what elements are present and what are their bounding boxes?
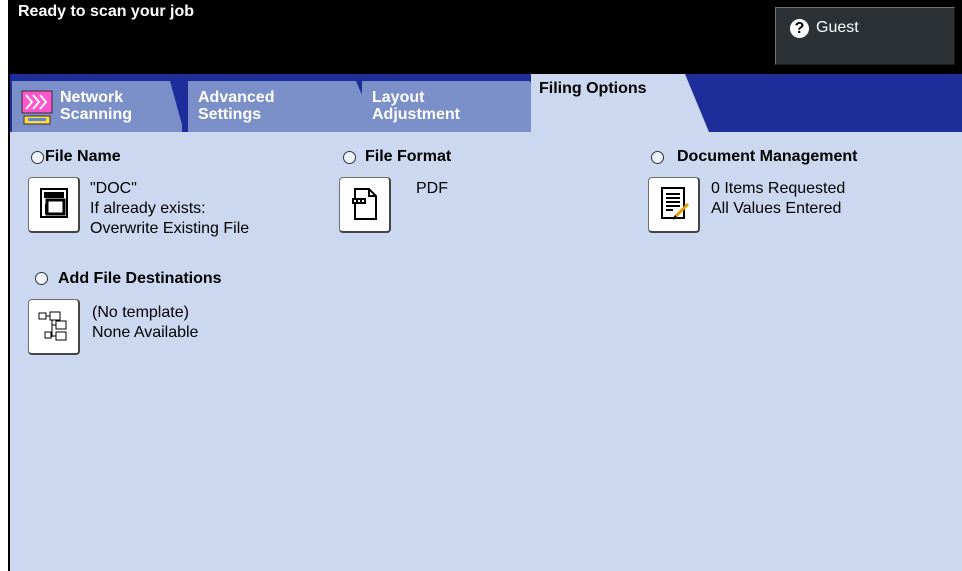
file-destinations-status: None Available xyxy=(92,324,199,341)
file-name-value: "DOC" xyxy=(90,180,137,197)
file-format-heading: File Format xyxy=(365,148,452,165)
tab-label-line2: Scanning xyxy=(60,106,133,123)
tab-network-scanning[interactable]: Network Scanning xyxy=(12,81,182,132)
add-file-destinations-button[interactable] xyxy=(28,299,80,355)
document-management-values: All Values Entered xyxy=(711,200,842,217)
document-management-heading: Document Management xyxy=(677,148,858,165)
file-format-value: PDF xyxy=(416,180,448,197)
document-management-button[interactable] xyxy=(648,177,700,233)
tab-label-line1: Network xyxy=(60,89,124,106)
document-edit-icon xyxy=(657,186,691,227)
guest-button[interactable]: ? Guest xyxy=(775,7,955,65)
file-format-button[interactable] xyxy=(339,177,391,233)
file-format-radio[interactable] xyxy=(343,151,356,164)
help-question-icon: ? xyxy=(790,19,809,38)
file-name-icon xyxy=(37,186,71,227)
file-name-exists-action: Overwrite Existing File xyxy=(90,220,250,237)
screen-edge xyxy=(0,0,8,571)
file-name-exists-label: If already exists: xyxy=(90,200,206,217)
document-management-radio[interactable] xyxy=(651,151,664,164)
tab-label-line2: Adjustment xyxy=(372,106,460,123)
document-management-requested: 0 Items Requested xyxy=(711,180,846,197)
tab-layout-adjustment[interactable]: Layout Adjustment xyxy=(362,81,552,132)
tab-label-line1: Layout xyxy=(372,89,425,106)
file-destinations-template: (No template) xyxy=(92,304,189,321)
destinations-tree-icon xyxy=(37,309,71,348)
file-name-radio[interactable] xyxy=(31,151,44,164)
tab-bar: Network Scanning Advanced Settings Layou… xyxy=(10,74,962,132)
file-name-button[interactable] xyxy=(28,177,80,233)
tab-label-line2: Settings xyxy=(198,106,262,123)
file-name-heading: File Name xyxy=(45,148,121,165)
tab-filing-options[interactable]: Filing Options xyxy=(531,74,709,132)
tab-label-line1: Advanced xyxy=(198,89,275,106)
add-file-destinations-heading: Add File Destinations xyxy=(58,270,222,287)
tab-label: Filing Options xyxy=(539,80,647,97)
network-scanning-icon xyxy=(18,87,56,127)
filing-options-panel: File Name "DOC" If already exists: Overw… xyxy=(10,132,962,571)
tab-advanced-settings[interactable]: Advanced Settings xyxy=(188,81,378,132)
document-icon xyxy=(350,186,380,227)
add-file-destinations-radio[interactable] xyxy=(35,272,48,285)
guest-label: Guest xyxy=(816,19,859,36)
status-message: Ready to scan your job xyxy=(18,3,195,20)
